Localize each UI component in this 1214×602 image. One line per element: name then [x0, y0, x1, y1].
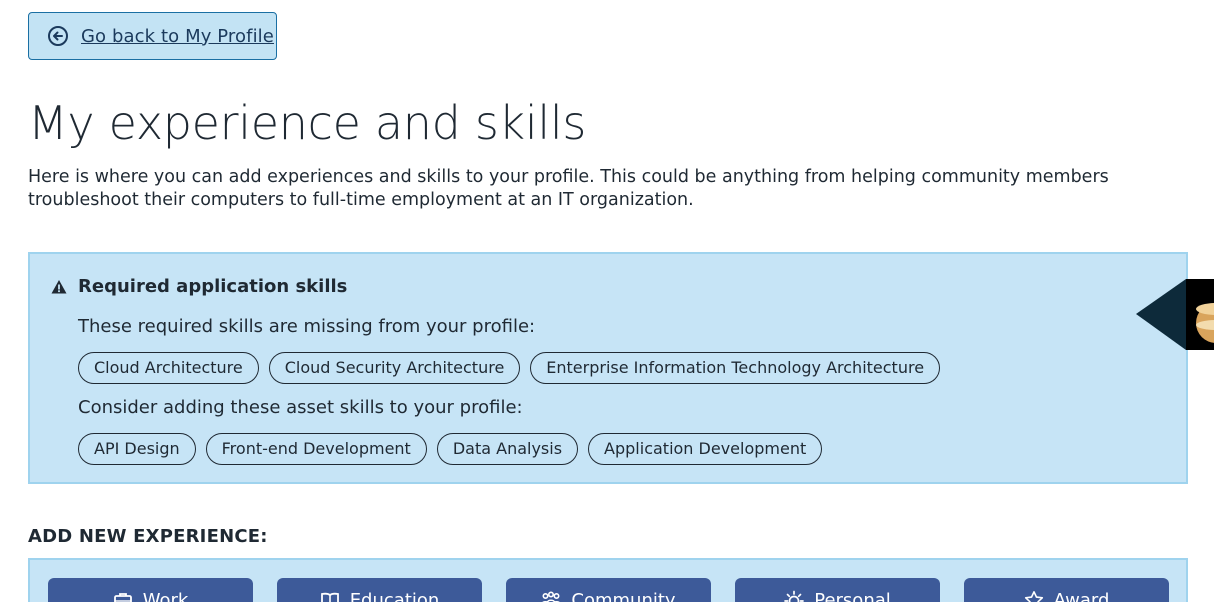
- asset-skills-list: API Design Front-end Development Data An…: [78, 433, 823, 465]
- add-community-button[interactable]: Community: [506, 578, 711, 602]
- book-icon: [320, 590, 340, 602]
- missing-skills-label: These required skills are missing from y…: [78, 316, 536, 337]
- asset-skills-label: Consider adding these asset skills to yo…: [78, 397, 523, 418]
- skill-pill: Front-end Development: [205, 433, 427, 465]
- add-personal-button[interactable]: Personal: [735, 578, 940, 602]
- page-intro: Here is where you can add experiences an…: [28, 167, 1109, 210]
- add-work-button[interactable]: Work: [48, 578, 253, 602]
- add-experience-heading: ADD NEW EXPERIENCE:: [28, 526, 268, 547]
- required-skills-alert: Required application skills These requir…: [28, 252, 1188, 484]
- page-title: My experience and skills: [28, 96, 586, 150]
- skill-pill: API Design: [78, 433, 196, 465]
- work-label: Work: [142, 590, 189, 602]
- skill-pill: Cloud Architecture: [78, 352, 259, 384]
- back-button-label: Go back to My Profile: [81, 25, 274, 47]
- add-education-button[interactable]: Education: [277, 578, 482, 602]
- skill-pill: Application Development: [588, 433, 823, 465]
- experience-buttons-panel: Work Education Community Personal Award: [28, 558, 1188, 602]
- skill-pill: Cloud Security Architecture: [268, 352, 521, 384]
- award-label: Award: [1053, 590, 1110, 602]
- sun-icon: [784, 590, 805, 602]
- warning-triangle-icon: [50, 278, 68, 296]
- star-icon: [1024, 590, 1044, 602]
- alert-title: Required application skills: [78, 276, 348, 297]
- education-label: Education: [349, 590, 440, 602]
- back-to-profile-button[interactable]: Go back to My Profile: [28, 12, 277, 60]
- skill-pill: Enterprise Information Technology Archit…: [530, 352, 941, 384]
- missing-skills-list: Cloud Architecture Cloud Security Archit…: [78, 352, 941, 384]
- community-label: Community: [571, 590, 676, 602]
- people-icon: [541, 590, 561, 602]
- circle-arrow-left-icon: [47, 25, 69, 47]
- briefcase-icon: [113, 590, 133, 602]
- personal-label: Personal: [814, 590, 891, 602]
- skill-pill: Data Analysis: [436, 433, 579, 465]
- cookie-settings-tab[interactable]: [1136, 279, 1214, 350]
- add-award-button[interactable]: Award: [964, 578, 1169, 602]
